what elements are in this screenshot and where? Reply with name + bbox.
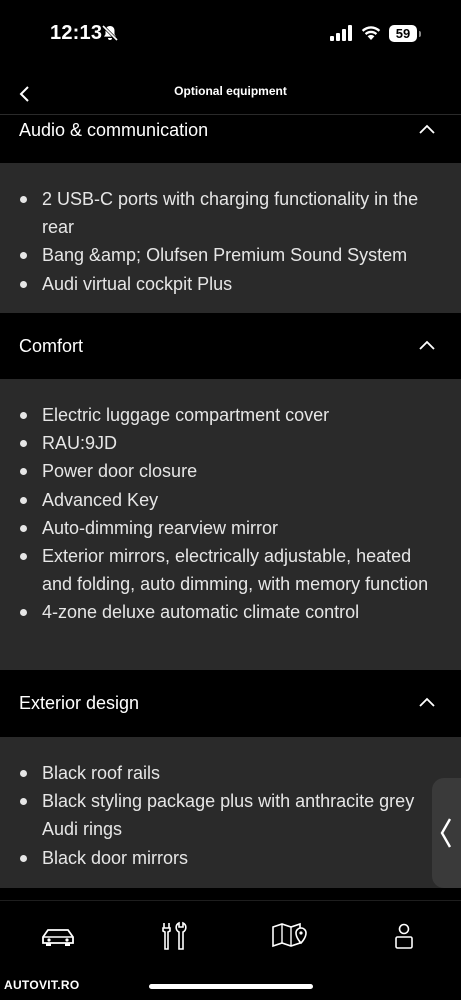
- list-item-text: 4-zone deluxe automatic climate control: [42, 602, 360, 623]
- bullet: [20, 252, 27, 260]
- bullet: [20, 440, 27, 448]
- battery-nub: [419, 31, 421, 37]
- wifi-icon: [361, 26, 381, 40]
- car-icon[interactable]: [38, 919, 78, 953]
- list-item-text: RAU:9JD: [42, 433, 118, 454]
- bullet: [20, 553, 27, 561]
- section-header-exterior[interactable]: Exterior design: [0, 671, 461, 736]
- side-panel-handle[interactable]: [432, 778, 461, 888]
- status-time: 12:13: [50, 22, 103, 44]
- status-bar: 12:13 59: [0, 0, 461, 70]
- watermark-logo: AUTOVIT.RO: [4, 978, 80, 992]
- list-item: Auto-dimming rearview mirror: [0, 514, 461, 542]
- list-item: Bang &amp; Olufsen Premium Sound System: [0, 241, 461, 269]
- list-item: RAU:9JD: [0, 429, 461, 457]
- list-item: Black styling package plus with anthraci…: [0, 787, 461, 843]
- bullet: [20, 280, 27, 288]
- home-indicator[interactable]: [149, 984, 313, 989]
- section-title: Audio & communication: [19, 120, 209, 140]
- list-item-text: Black door mirrors: [42, 847, 189, 868]
- list-item-text: Advanced Key: [42, 489, 159, 510]
- list-item: Electric luggage compartment cover: [0, 401, 461, 429]
- chevron-up-icon[interactable]: [419, 697, 435, 707]
- list-item: 2 USB-C ports with charging functionalit…: [0, 185, 461, 241]
- list-item: Black roof rails: [0, 759, 461, 787]
- bullet: [20, 196, 27, 203]
- bullet: [20, 854, 27, 862]
- tools-icon[interactable]: [154, 919, 194, 953]
- nav-bar: Optional equipment: [0, 72, 461, 115]
- section-body-audio: 2 USB-C ports with charging functionalit…: [0, 163, 461, 313]
- chevron-up-icon[interactable]: [419, 340, 435, 350]
- section-title: Comfort: [19, 336, 84, 356]
- list-item-text: Black styling package plus with anthraci…: [42, 791, 415, 840]
- list-item: 4-zone deluxe automatic climate control: [0, 598, 461, 626]
- list-item-text: Auto-dimming rearview mirror: [42, 517, 279, 538]
- chevron-left-icon: [440, 818, 452, 848]
- list-item: Advanced Key: [0, 486, 461, 514]
- list-item-text: Electric luggage compartment cover: [42, 405, 330, 425]
- battery-indicator: 59: [389, 25, 417, 42]
- list-item-text: Black roof rails: [42, 763, 161, 783]
- chevron-up-icon[interactable]: [419, 124, 435, 134]
- section-body-exterior: Black roof rails Black styling package p…: [0, 737, 461, 888]
- list-item: Black door mirrors: [0, 844, 461, 872]
- list-item: Audi virtual cockpit Plus: [0, 270, 461, 298]
- list-item: Power door closure: [0, 457, 461, 485]
- bullet: [20, 798, 27, 806]
- list-item-text: Bang &amp; Olufsen Premium Sound System: [42, 245, 408, 266]
- list-item-text: 2 USB-C ports with charging functionalit…: [42, 189, 419, 238]
- map-icon[interactable]: [269, 919, 309, 953]
- section-header-audio[interactable]: Audio & communication: [0, 115, 461, 162]
- list-item-text: Exterior mirrors, electrically adjustabl…: [42, 546, 429, 595]
- bullet: [20, 496, 27, 504]
- section-header-comfort[interactable]: Comfort: [0, 314, 461, 378]
- section-body-comfort: Electric luggage compartment cover RAU:9…: [0, 379, 461, 670]
- section-title: Exterior design: [19, 693, 140, 713]
- bell-off-icon: [101, 24, 119, 42]
- list-item: Exterior mirrors, electrically adjustabl…: [0, 542, 461, 598]
- bullet: [20, 468, 27, 476]
- bullet: [20, 524, 27, 532]
- page-title: Optional equipment: [174, 84, 287, 98]
- cellular-signal-icon: [330, 25, 352, 41]
- bullet: [20, 412, 27, 419]
- profile-icon[interactable]: [384, 919, 424, 953]
- list-item-text: Audi virtual cockpit Plus: [42, 273, 233, 294]
- list-item-text: Power door closure: [42, 461, 198, 482]
- bullet: [20, 770, 27, 777]
- bullet: [20, 609, 27, 617]
